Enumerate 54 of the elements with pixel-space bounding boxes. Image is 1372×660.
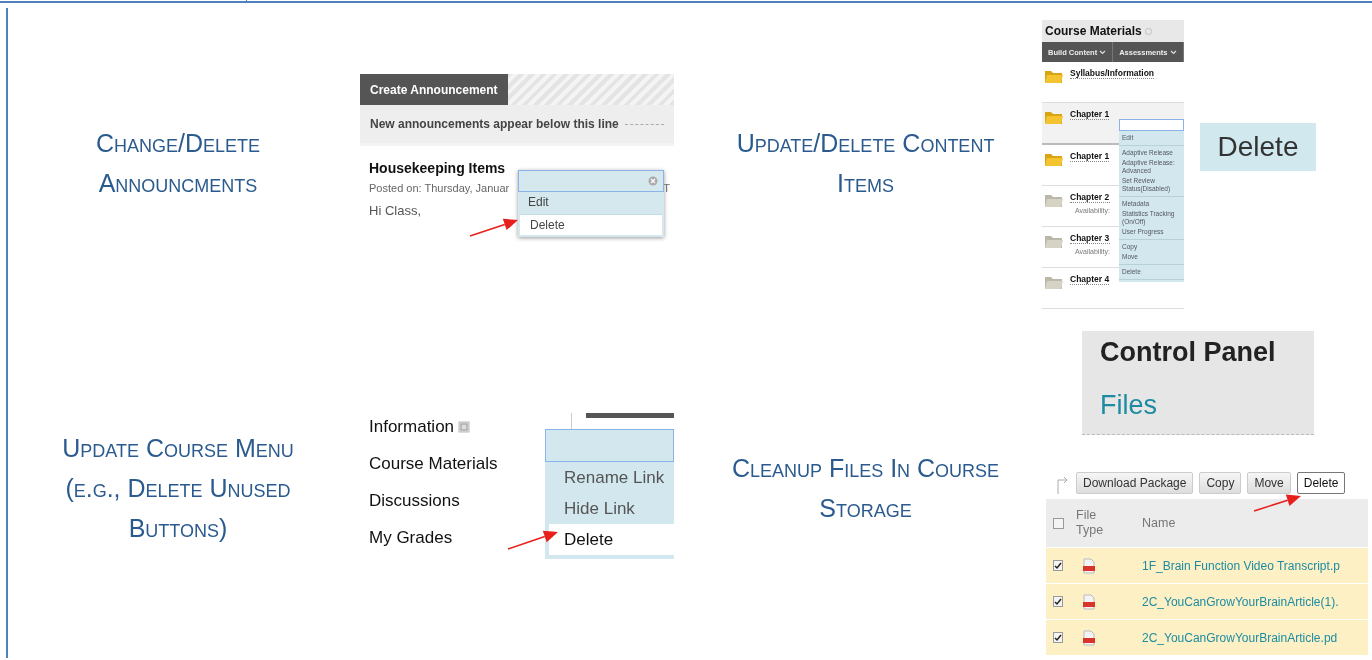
section-heading: Update/Delete Content Items — [735, 128, 996, 199]
content-item-link[interactable]: Syllabus/Information — [1070, 68, 1155, 79]
course-menu-link[interactable]: My Grades — [369, 528, 453, 548]
action-button[interactable]: Copy — [1199, 472, 1242, 494]
posted-date-fragment: T — [663, 182, 670, 194]
pointer-arrow — [507, 530, 558, 550]
content-item-link[interactable]: Chapter 4 — [1070, 274, 1110, 285]
content-item-link[interactable]: Chapter 2 — [1070, 192, 1110, 203]
action-button[interactable]: Download Package — [1076, 472, 1194, 494]
options-icon[interactable] — [458, 421, 471, 433]
menu-item[interactable]: Delete — [549, 524, 674, 555]
select-all-checkbox[interactable] — [1053, 517, 1064, 529]
menu-item[interactable]: Edit — [518, 192, 664, 212]
row-checkbox[interactable] — [1052, 596, 1063, 607]
file-name-link[interactable]: 2C_YouCanGrowYourBrainArticle(1). — [1142, 594, 1368, 609]
chevron-icon — [1099, 49, 1107, 55]
file-row[interactable]: 2C_YouCanGrowYourBrainArticle.pd — [1046, 619, 1368, 655]
action-button[interactable]: Move — [1247, 472, 1291, 494]
course-menu-link[interactable]: Course Materials — [369, 454, 498, 474]
pointer-arrow — [469, 218, 518, 237]
pdf-file-icon — [1082, 593, 1096, 610]
section-heading: Change/Delete Announcments — [94, 128, 262, 199]
content-item-link[interactable]: Chapter 1 — [1070, 151, 1110, 162]
content-item-link[interactable]: Chapter 1 — [1070, 109, 1110, 120]
column-header[interactable]: File Type — [1076, 508, 1116, 538]
close-icon[interactable] — [648, 176, 658, 186]
row-checkbox[interactable] — [1052, 632, 1063, 643]
notice-text: New announcements appear below this line — [370, 117, 619, 131]
section-heading: Cleanup Files In Course Storage — [731, 453, 1000, 524]
column-header[interactable]: Name — [1142, 515, 1368, 531]
posted-date: Posted on: Thursday, Januar — [369, 182, 510, 194]
create-announcement-tab[interactable]: Create Announcement — [360, 74, 508, 105]
action-button[interactable]: Delete — [1296, 472, 1346, 494]
pdf-file-icon — [1082, 629, 1096, 646]
content-item-link[interactable]: Chapter 3 — [1070, 233, 1110, 244]
options-icon[interactable] — [1144, 27, 1152, 35]
control-panel-title: Control Panel — [1100, 337, 1277, 368]
pdf-file-icon — [1082, 557, 1096, 574]
course-menu-link[interactable]: Discussions — [369, 491, 460, 511]
file-name-link[interactable]: 2C_YouCanGrowYourBrainArticle.pd — [1142, 630, 1368, 645]
chevron-icon — [1169, 49, 1177, 55]
row-checkbox[interactable] — [1052, 560, 1063, 571]
menu-item[interactable]: Delete — [520, 214, 662, 235]
pointer-arrow — [1253, 494, 1301, 512]
announcement-body: Hi Class, — [369, 203, 422, 218]
section-heading: Update Course Menu (e.g., Delete Unused Buttons) — [61, 433, 295, 544]
page-title: Course Materials — [1045, 24, 1142, 38]
file-name-link[interactable]: 1F_Brain Function Video Transcript.p — [1142, 558, 1368, 573]
file-row[interactable]: 1F_Brain Function Video Transcript.p — [1046, 547, 1368, 583]
file-row[interactable]: 2C_YouCanGrowYourBrainArticle(1). — [1046, 583, 1368, 619]
announcement-title: Housekeeping Items — [369, 160, 507, 176]
course-menu-link[interactable]: Information — [369, 417, 455, 437]
delete-callout: Delete — [1200, 123, 1316, 171]
menu-header — [1119, 119, 1184, 131]
